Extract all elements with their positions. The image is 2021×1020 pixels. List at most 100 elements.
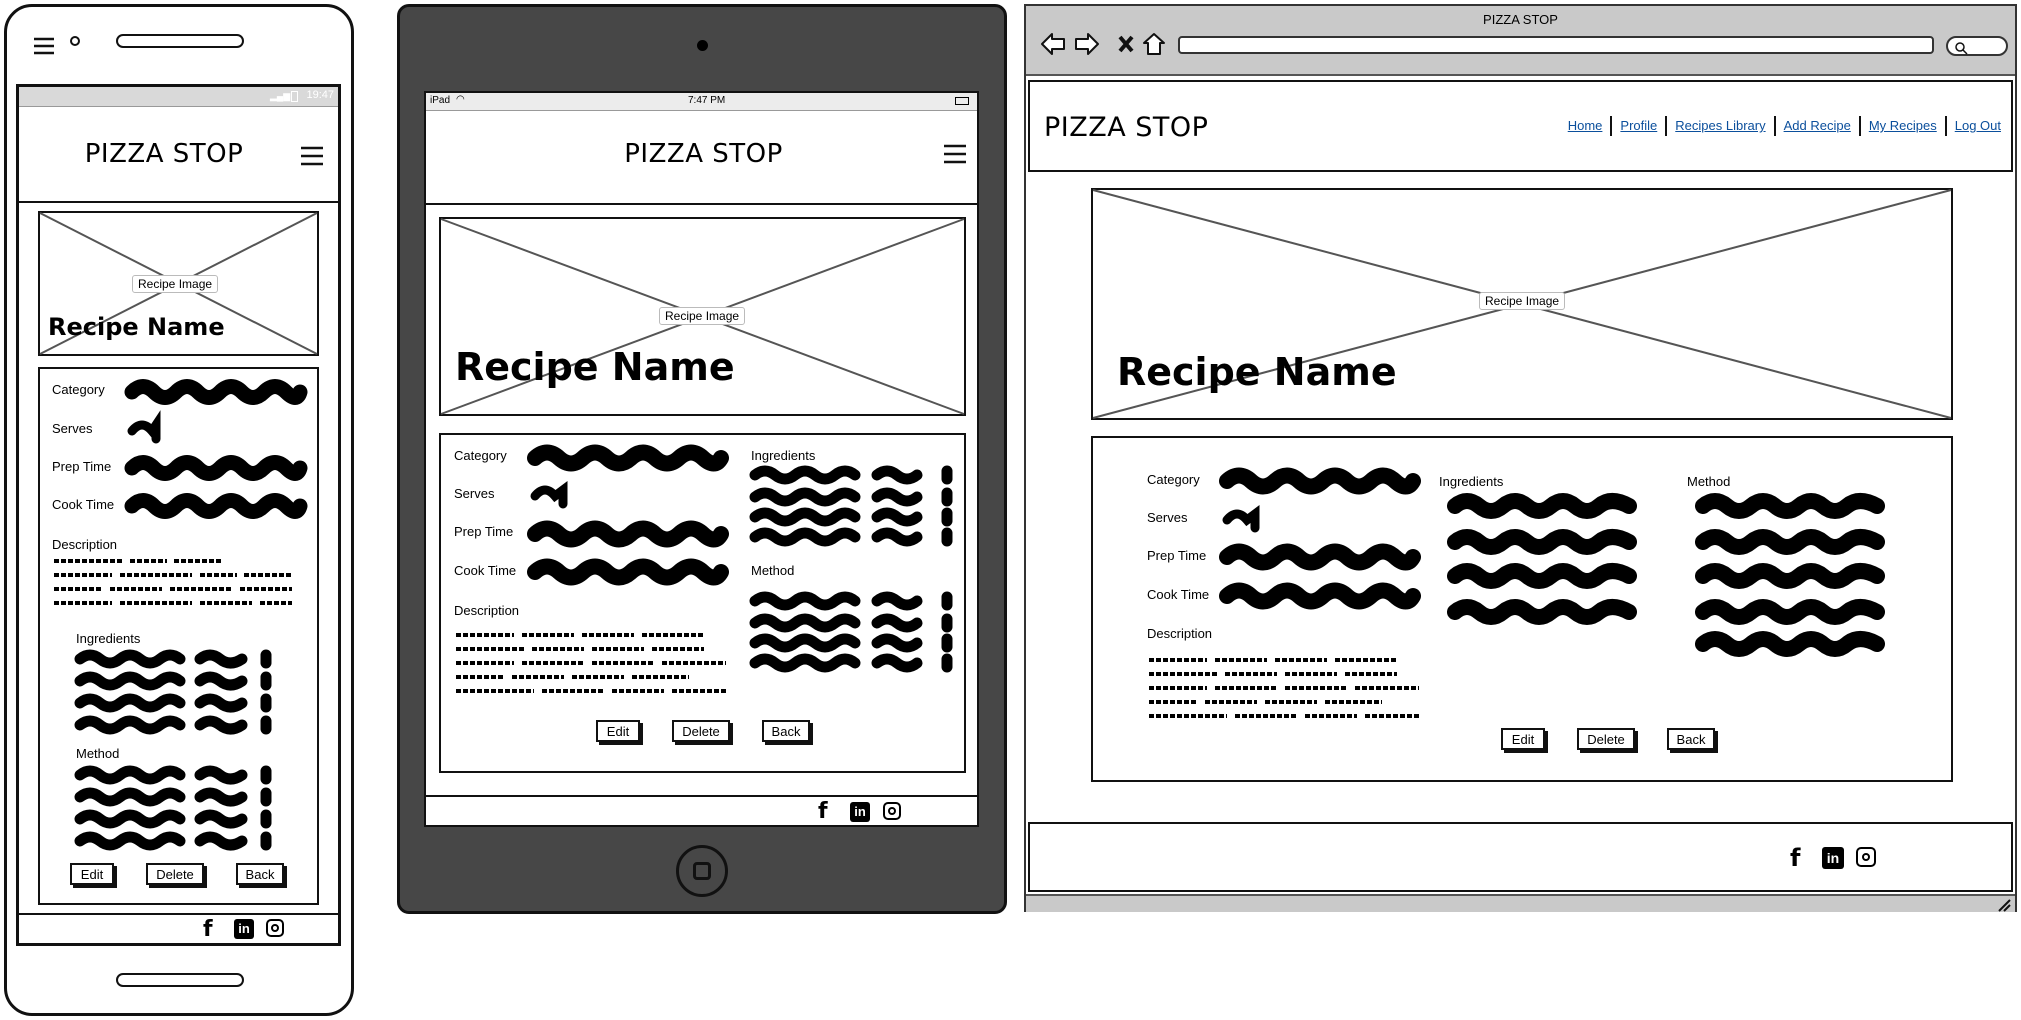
site-title: PIZZA STOP [1044,112,1209,143]
phone-label-category: Category [52,382,105,397]
tablet-label-serves: Serves [454,486,495,501]
back-arrow-icon[interactable] [1040,32,1066,56]
phone-label-method: Method [76,746,120,761]
nav-link-my-recipes[interactable]: My Recipes [1869,118,1937,133]
nav-link-add-recipe[interactable]: Add Recipe [1784,118,1851,133]
phone-recipe-image: Recipe Image Recipe Name [38,211,319,356]
nav-link-log-out[interactable]: Log Out [1955,118,2001,133]
phone-menu-icon[interactable] [34,36,56,56]
browser-window: PIZZA STOP PIZZA STOP Home Profile Recipes… [1024,4,2017,912]
nav-link-profile[interactable]: Profile [1620,118,1657,133]
forward-arrow-icon[interactable] [1074,32,1100,56]
facebook-icon[interactable]: f [203,917,213,942]
search-field[interactable] [1946,36,2008,56]
browser-label-category: Category [1147,472,1200,487]
signal-icon: ▂▄▆ [270,91,291,101]
site-header: PIZZA STOP Home Profile Recipes Library Add… [1028,80,2013,172]
tablet-method-scribble [749,591,953,673]
tablet-value-prep [527,520,729,548]
phone-method-scribble [74,765,272,851]
tablet-delete-button[interactable]: Delete [672,720,730,742]
tablet-label-prep: Prep Time [454,524,514,539]
tablet-edit-button[interactable]: Edit [596,720,640,742]
browser-edit-button[interactable]: Edit [1501,728,1545,750]
instagram-icon[interactable] [883,802,901,820]
tablet-recipe-image: Recipe Image Recipe Name [439,217,966,416]
phone-image-caption: Recipe Image [132,275,219,293]
tablet-label-category: Category [454,448,507,463]
tablet-description-scribble [456,633,726,693]
phone-label-cook: Cook Time [52,497,115,512]
linkedin-icon[interactable]: in [234,919,254,939]
browser-description-scribble [1149,658,1419,718]
tablet-home-button[interactable] [676,845,728,897]
instagram-icon[interactable] [1856,847,1876,867]
browser-value-serves [1222,505,1260,533]
browser-method-scribble [1695,493,1885,657]
browser-label-description: Description [1147,626,1213,641]
facebook-icon[interactable]: f [1790,844,1800,872]
battery-icon [291,91,298,102]
tablet-hamburger-icon[interactable] [944,143,968,165]
browser-back-button[interactable]: Back [1667,728,1715,750]
tablet-app-title: PIZZA STOP [624,139,783,169]
phone-hamburger-icon[interactable] [301,145,325,167]
phone-delete-button[interactable]: Delete [146,863,204,885]
home-icon[interactable] [1142,32,1166,56]
phone-label-description: Description [52,537,118,552]
browser-label-cook: Cook Time [1147,587,1210,602]
phone-status-time: 19:47 [306,89,334,101]
address-bar[interactable] [1178,36,1934,54]
linkedin-icon[interactable]: in [1822,847,1844,869]
phone-value-prep [124,455,308,481]
phone-back-button[interactable]: Back [236,863,284,885]
tablet-header: PIZZA STOP [426,111,977,205]
browser-chrome: PIZZA STOP [1026,6,2015,76]
phone-app-title: PIZZA STOP [84,139,244,169]
wifi-icon: ◠ [456,94,465,105]
phone-recipe-card: Category Serves Prep Time Cook Time Desc… [38,367,319,905]
tablet-recipe-card: Category Serves Prep Time Cook Time Desc… [439,433,966,773]
phone-footer: f in [19,913,338,943]
browser-delete-button[interactable]: Delete [1577,728,1635,750]
nav-link-home[interactable]: Home [1568,118,1603,133]
tablet-status-bar: iPad ◠ 7:47 PM [426,93,977,111]
tablet-label-description: Description [454,603,520,618]
nav-link-recipes-library[interactable]: Recipes Library [1675,118,1765,133]
tablet-battery-icon [955,97,969,105]
browser-value-prep [1219,543,1421,571]
phone-status-bar: 19:47 ▂▄▆ [19,87,338,107]
phone-ingredients-scribble [74,649,272,735]
phone-header: PIZZA STOP [19,107,338,203]
tablet-ingredients-scribble [749,465,953,547]
browser-value-cook [1219,582,1421,610]
browser-value-category [1219,467,1421,495]
tablet-footer: f in [426,795,977,827]
close-icon[interactable] [1118,35,1134,53]
phone-label-serves: Serves [52,421,93,436]
tablet-value-cook [527,558,729,586]
phone-value-category [124,379,308,405]
phone-description-scribble [54,559,292,605]
linkedin-icon[interactable]: in [850,802,870,822]
browser-label-ingredients: Ingredients [1439,474,1504,489]
phone-screen: 19:47 ▂▄▆ PIZZA STOP Recipe Image Recipe… [16,84,341,946]
tablet-camera [697,40,708,51]
facebook-icon[interactable]: f [818,799,828,824]
tablet-back-button[interactable]: Back [762,720,810,742]
phone-label-ingredients: Ingredients [76,631,141,646]
tablet-image-caption: Recipe Image [659,307,746,325]
tablet-value-category [527,444,729,472]
phone-value-serves [127,410,161,444]
phone-camera-icon [70,36,80,46]
tablet-label-cook: Cook Time [454,563,517,578]
instagram-icon[interactable] [266,919,284,937]
phone-value-cook [124,493,308,519]
tablet-status-time: 7:47 PM [688,95,726,106]
phone-edit-button[interactable]: Edit [70,863,114,885]
tablet-screen: iPad ◠ 7:47 PM PIZZA STOP Recipe Image R… [424,91,979,827]
search-icon [1955,42,1968,55]
tablet-status-device: iPad [430,95,451,106]
resize-grip-icon[interactable] [1997,898,2011,912]
browser-label-serves: Serves [1147,510,1188,525]
